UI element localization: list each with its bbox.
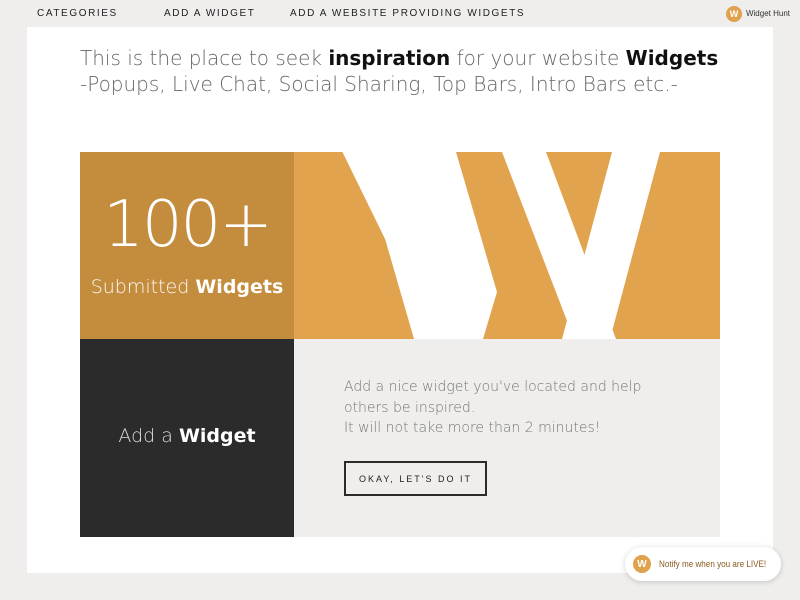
- info-text: Add a nice widget you've located and hel…: [344, 377, 684, 439]
- notify-text: Notify me when you are LIVE!: [659, 559, 767, 569]
- main-card: This is the place to seek inspiration fo…: [27, 27, 773, 573]
- add-label-bold: Widget: [178, 425, 256, 447]
- stat-label-bold: Widgets: [195, 276, 284, 298]
- stat-label-light: Submitted: [90, 276, 196, 298]
- w-letter-icon: [342, 152, 660, 339]
- nav-link-add-website[interactable]: Add a Website Providing Widgets: [290, 8, 525, 19]
- headline-mid: for your website: [450, 46, 626, 70]
- nav-link-categories[interactable]: Categories: [37, 8, 118, 19]
- nav-link-add-widget[interactable]: Add a Widget: [164, 8, 255, 19]
- info-line-1: Add a nice widget you've located and hel…: [344, 379, 642, 395]
- hero-banner: [294, 152, 720, 339]
- brand-name: Widget Hunt: [745, 9, 790, 18]
- stat-number: 100+: [103, 188, 273, 262]
- headline-line-1: This is the place to seek inspiration fo…: [80, 45, 760, 71]
- stat-label: Submitted Widgets: [80, 276, 294, 298]
- headline-pre: This is the place to seek: [80, 46, 329, 70]
- top-navigation: Categories Add a Widget Add a Website Pr…: [0, 0, 800, 27]
- brand-logo-link[interactable]: W Widget Hunt: [725, 5, 790, 22]
- brand-logo-icon: W: [725, 5, 742, 22]
- headline-bold-widgets: Widgets: [625, 46, 719, 70]
- headline-line-2: -Popups, Live Chat, Social Sharing, Top …: [80, 72, 678, 96]
- headline-bold-inspiration: inspiration: [328, 46, 451, 70]
- info-line-3: It will not take more than 2 minutes!: [344, 420, 601, 436]
- info-line-2: others be inspired.: [344, 399, 476, 416]
- notify-live-button[interactable]: W Notify me when you are LIVE!: [625, 547, 781, 581]
- notify-logo-icon: W: [633, 555, 651, 573]
- okay-lets-do-it-button[interactable]: Okay, let's do it: [344, 461, 487, 496]
- add-label-light: Add a: [118, 425, 179, 447]
- submitted-widgets-stat: 100+ Submitted Widgets: [80, 152, 294, 339]
- add-widget-label: Add a Widget: [80, 425, 294, 447]
- add-widget-info: Add a nice widget you've located and hel…: [294, 339, 720, 537]
- add-widget-panel[interactable]: Add a Widget: [80, 339, 294, 537]
- page-headline: This is the place to seek inspiration fo…: [80, 45, 760, 97]
